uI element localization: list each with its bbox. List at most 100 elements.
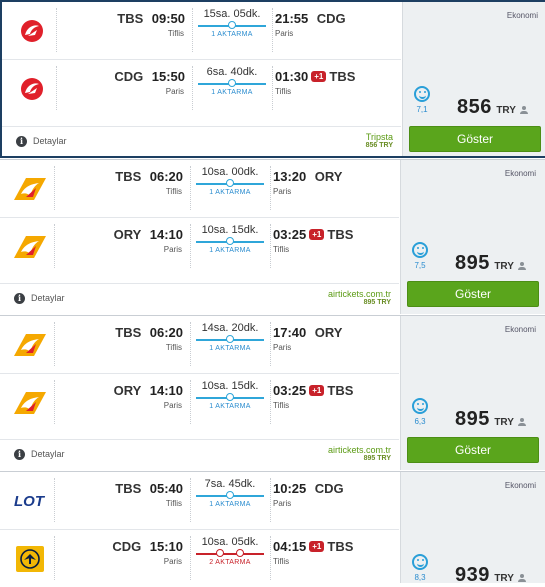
departure-city: Tiflis bbox=[165, 187, 182, 196]
price-value: 895 bbox=[455, 408, 490, 430]
stop-dot-icon bbox=[226, 491, 234, 499]
departure-airport-code: CDG bbox=[112, 539, 142, 554]
details-label[interactable]: Detaylar bbox=[33, 136, 67, 146]
flight-result-card[interactable]: TBS 09:50 Tiflis 15sa. 05dk. 1 AKTARMA 2… bbox=[0, 0, 545, 158]
rating: 7,1 bbox=[411, 86, 433, 114]
turkish-airlines-logo bbox=[21, 20, 43, 42]
arrival-airport-code: ORY bbox=[314, 325, 343, 340]
lot-logo: LOT bbox=[14, 493, 46, 510]
provider[interactable]: Tripsta 856 TRY bbox=[366, 132, 393, 149]
departure: CDG 15:50 Paris bbox=[114, 68, 185, 96]
departure-airport-code: ORY bbox=[113, 227, 142, 242]
rating: 6,3 bbox=[409, 398, 431, 426]
divider bbox=[270, 166, 271, 210]
departure-time: 05:40 bbox=[149, 481, 183, 496]
departure: ORY 14:10 Paris bbox=[114, 382, 183, 410]
divider bbox=[270, 536, 271, 580]
provider[interactable]: airtickets.com.tr 895 TRY bbox=[328, 289, 391, 306]
duration-block: 10sa. 15dk. 1 AKTARMA bbox=[190, 380, 270, 410]
details-link[interactable]: i Detaylar bbox=[14, 449, 65, 460]
cabin-class: Ekonomi bbox=[506, 11, 538, 20]
divider bbox=[56, 8, 57, 52]
details-link[interactable]: i Detaylar bbox=[14, 293, 65, 304]
smiley-icon bbox=[412, 242, 428, 258]
divider bbox=[270, 380, 271, 424]
stop-dot-icon bbox=[215, 549, 224, 557]
price-currency: TRY bbox=[494, 261, 514, 272]
duration-block: 15sa. 05dk. 1 AKTARMA bbox=[192, 8, 272, 38]
arrival-time: 03:25 bbox=[273, 227, 307, 242]
departure: TBS 09:50 Tiflis bbox=[117, 10, 185, 38]
flight-duration: 14sa. 20dk. bbox=[201, 322, 259, 334]
card-footer: i Detaylar Tripsta 856 TRY bbox=[2, 126, 401, 157]
price-value: 895 bbox=[455, 252, 490, 274]
departure-time: 15:50 bbox=[151, 69, 185, 84]
stop-dot-icon bbox=[226, 335, 234, 343]
departure-airport-code: TBS bbox=[115, 325, 142, 340]
arrival-city: Tiflis bbox=[273, 557, 290, 566]
show-button[interactable]: Göster bbox=[409, 126, 541, 152]
return-leg: ORY 14:10 Paris 10sa. 15dk. 1 AKTARMA 03… bbox=[0, 373, 399, 430]
duration-block: 10sa. 05dk. 2 AKTARMA bbox=[190, 536, 270, 566]
divider bbox=[272, 8, 273, 52]
departure-city: Paris bbox=[163, 401, 182, 410]
stops-count[interactable]: 1 AKTARMA bbox=[190, 501, 270, 508]
arrival-city: Tiflis bbox=[275, 87, 292, 96]
arrival: 04:15 +1 TBS Tiflis bbox=[273, 538, 353, 566]
flight-result-card[interactable]: LOT TBS 05:40 Tiflis 7sa. 45dk. 1 AKTARM… bbox=[0, 471, 545, 586]
price-value: 856 bbox=[457, 96, 492, 118]
stops-count[interactable]: 1 AKTARMA bbox=[192, 31, 272, 38]
stops-count[interactable]: 1 AKTARMA bbox=[190, 189, 270, 196]
rating-score: 6,3 bbox=[414, 417, 426, 426]
rating: 7,5 bbox=[409, 242, 431, 270]
provider-price: 895 TRY bbox=[363, 455, 391, 462]
arrival-city: Tiflis bbox=[273, 401, 290, 410]
stop-dot-icon bbox=[236, 549, 245, 557]
stop-dot-icon bbox=[228, 21, 236, 29]
departure-time: 06:20 bbox=[149, 325, 183, 340]
duration-block: 7sa. 45dk. 1 AKTARMA bbox=[190, 478, 270, 508]
arrival-airport-code: CDG bbox=[316, 11, 346, 26]
stops-count[interactable]: 1 AKTARMA bbox=[190, 247, 270, 254]
stops-count[interactable]: 1 AKTARMA bbox=[192, 89, 272, 96]
details-label[interactable]: Detaylar bbox=[31, 293, 65, 303]
departure-time: 06:20 bbox=[149, 169, 183, 184]
itinerary-panel: LOT TBS 05:40 Tiflis 7sa. 45dk. 1 AKTARM… bbox=[0, 472, 399, 583]
duration-block: 10sa. 00dk. 1 AKTARMA bbox=[190, 166, 270, 196]
smiley-icon bbox=[412, 398, 428, 414]
rating-score: 7,5 bbox=[414, 261, 426, 270]
arrival-city: Paris bbox=[273, 343, 292, 352]
divider bbox=[272, 66, 273, 110]
departure-city: Paris bbox=[163, 245, 182, 254]
departure: CDG 15:10 Paris bbox=[112, 538, 183, 566]
show-button[interactable]: Göster bbox=[407, 281, 539, 307]
provider-name[interactable]: airtickets.com.tr bbox=[328, 445, 391, 455]
outbound-leg: LOT TBS 05:40 Tiflis 7sa. 45dk. 1 AKTARM… bbox=[0, 472, 399, 528]
flight-result-card[interactable]: TBS 06:20 Tiflis 14sa. 20dk. 1 AKTARMA 1… bbox=[0, 315, 545, 470]
provider[interactable]: airtickets.com.tr 895 TRY bbox=[328, 445, 391, 462]
departure-city: Tiflis bbox=[165, 499, 182, 508]
arrival-time: 01:30 bbox=[275, 69, 309, 84]
stops-count[interactable]: 1 AKTARMA bbox=[190, 345, 270, 352]
departure-airport-code: TBS bbox=[117, 11, 144, 26]
divider bbox=[56, 66, 57, 110]
flight-duration: 10sa. 15dk. bbox=[201, 224, 259, 236]
arrival: 13:20 ORY Paris bbox=[273, 168, 342, 196]
details-link[interactable]: i Detaylar bbox=[16, 136, 67, 147]
next-day-badge: +1 bbox=[309, 229, 325, 240]
flight-result-card[interactable]: TBS 06:20 Tiflis 10sa. 00dk. 1 AKTARMA 1… bbox=[0, 159, 545, 314]
stops-count[interactable]: 2 AKTARMA bbox=[190, 559, 270, 566]
rating: 8,3 bbox=[409, 554, 431, 582]
itinerary-panel: TBS 06:20 Tiflis 10sa. 00dk. 1 AKTARMA 1… bbox=[0, 160, 399, 314]
arrival: 03:25 +1 TBS Tiflis bbox=[273, 226, 353, 254]
per-person-icon bbox=[517, 418, 526, 426]
smiley-icon bbox=[414, 86, 430, 102]
provider-name[interactable]: airtickets.com.tr bbox=[328, 289, 391, 299]
stops-count[interactable]: 1 AKTARMA bbox=[190, 403, 270, 410]
pegasus-logo bbox=[14, 236, 46, 258]
details-label[interactable]: Detaylar bbox=[31, 449, 65, 459]
arrival-time: 17:40 bbox=[273, 325, 307, 340]
show-button[interactable]: Göster bbox=[407, 437, 539, 463]
provider-name[interactable]: Tripsta bbox=[366, 132, 393, 142]
route-line bbox=[196, 393, 264, 403]
